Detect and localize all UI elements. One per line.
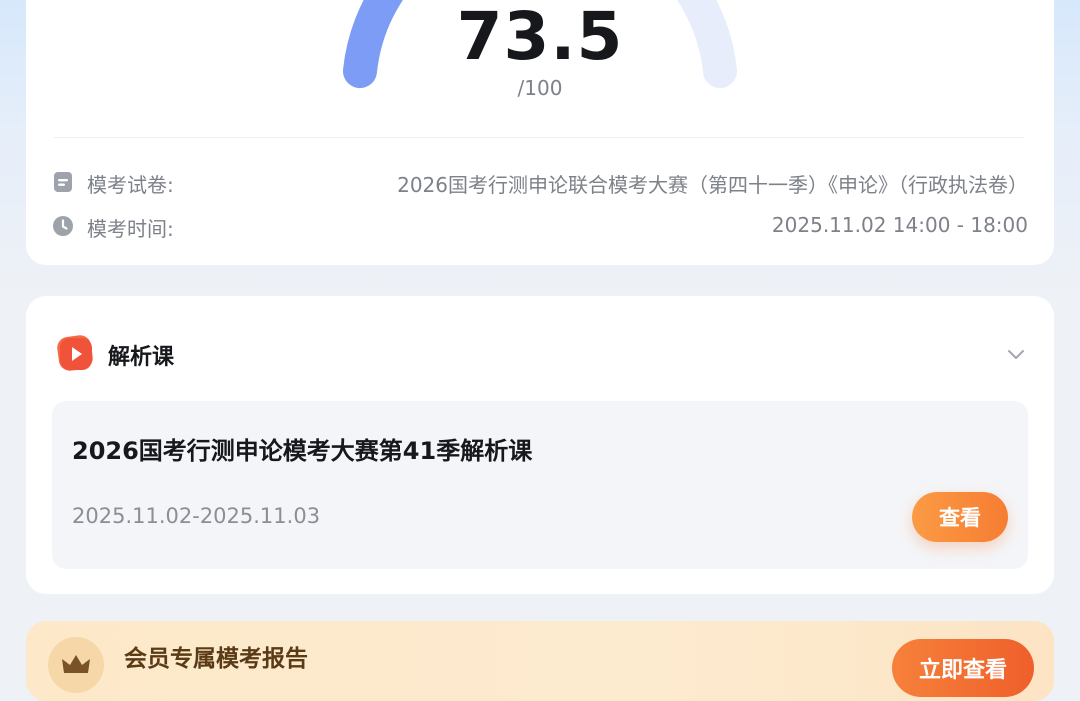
exam-paper-row: 模考试卷: 2026国考行测申论联合模考大赛（第四十一季）《申论》（行政执法卷） bbox=[52, 167, 1028, 197]
member-report-card: 会员专属模考报告 立即查看 bbox=[26, 621, 1054, 701]
course-item[interactable]: 2026国考行测申论模考大赛第41季解析课 2025.11.02-2025.11… bbox=[52, 401, 1028, 569]
section-title: 解析课 bbox=[108, 345, 175, 370]
video-play-icon bbox=[57, 335, 93, 371]
member-badge-icon bbox=[48, 637, 104, 693]
clock-icon bbox=[53, 216, 73, 236]
chevron-down-icon[interactable] bbox=[1004, 342, 1028, 366]
score-card: 73.5 /100 模考试卷: 2026国考行测申论联合模考大赛（第四十一季）《… bbox=[26, 0, 1054, 265]
exam-time-value: 2025.11.02 14:00 - 18:00 bbox=[771, 213, 1028, 237]
exam-paper-value: 2026国考行测申论联合模考大赛（第四十一季）《申论》（行政执法卷） bbox=[397, 173, 1028, 197]
exam-time-row: 模考时间: 2025.11.02 14:00 - 18:00 bbox=[52, 211, 1028, 241]
document-icon bbox=[54, 172, 72, 192]
course-name: 2026国考行测申论模考大赛第41季解析课 bbox=[72, 437, 533, 465]
view-button[interactable]: 查看 bbox=[912, 492, 1008, 542]
exam-paper-label: 模考试卷: bbox=[87, 173, 174, 197]
view-now-button[interactable]: 立即查看 bbox=[892, 639, 1034, 697]
course-date-range: 2025.11.02-2025.11.03 bbox=[72, 504, 321, 528]
score-max-label: /100 bbox=[517, 76, 563, 100]
exam-time-label: 模考时间: bbox=[87, 217, 174, 241]
analysis-course-card: 解析课 2026国考行测申论模考大赛第41季解析课 2025.11.02-202… bbox=[26, 296, 1054, 594]
member-report-title: 会员专属模考报告 bbox=[124, 646, 308, 672]
divider bbox=[54, 137, 1024, 138]
score-value: 73.5 bbox=[456, 0, 624, 75]
crown-icon bbox=[62, 655, 90, 673]
